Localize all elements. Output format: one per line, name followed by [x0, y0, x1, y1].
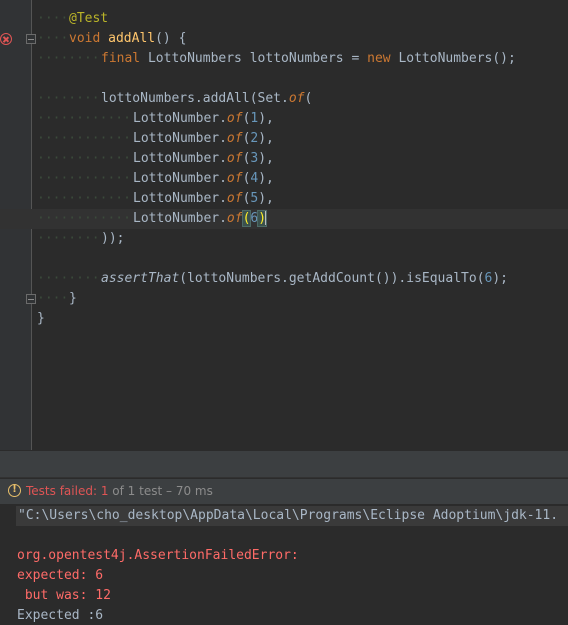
code-line: ········ lottoNumbers.addAll(Set.of( [0, 89, 568, 109]
assert-statement: assertThat(lottoNumbers.getAddCount()).i… [101, 271, 509, 286]
expected-line: expected: 6 [17, 568, 104, 583]
indent-dots: ········ [37, 51, 100, 66]
class-close-brace: } [37, 311, 45, 326]
code-line: ···· } [0, 289, 568, 309]
indent-dots: ············ [37, 211, 131, 226]
error-class-line: org.opentest4j.AssertionFailedError: [17, 548, 299, 563]
code-line: ············ LottoNumber.of(5), [0, 189, 568, 209]
indent-dots: ············ [37, 131, 131, 146]
indent-dots: ············ [37, 171, 131, 186]
lotto-number-arg: LottoNumber.of(6) [133, 210, 268, 227]
add-all-call: lottoNumbers.addAll(Set.of( [101, 91, 313, 106]
code-line: ············ LottoNumber.of(1), [0, 109, 568, 129]
console-output[interactable]: "C:\Users\cho_desktop\AppData\Local\Prog… [0, 504, 568, 625]
warning-circle-icon: ! [8, 484, 21, 497]
indent-dots: ············ [37, 151, 131, 166]
console-command-line: "C:\Users\cho_desktop\AppData\Local\Prog… [16, 506, 568, 526]
indent-dots: ···· [37, 291, 69, 306]
code-line: ········ assertThat(lottoNumbers.getAddC… [0, 269, 568, 289]
panel-splitter[interactable] [0, 450, 568, 478]
code-line: ···· @Test [0, 9, 568, 29]
test-annotation: @Test [69, 11, 109, 26]
code-line: ············ LottoNumber.of(3), [0, 149, 568, 169]
indent-dots: ···· [37, 11, 69, 26]
indent-dots: ············ [37, 191, 131, 206]
method-close-brace: } [69, 291, 77, 306]
code-line: ········ final LottoNumbers lottoNumbers… [0, 49, 568, 69]
declaration-statement: final LottoNumbers lottoNumbers = new Lo… [101, 51, 516, 66]
indent-dots: ········ [37, 271, 100, 286]
code-line: ············ LottoNumber.of(2), [0, 129, 568, 149]
indent-dots: ···· [37, 31, 69, 46]
test-status-text: Tests failed: 1 of 1 test – 70 ms [26, 484, 213, 498]
method-signature: void addAll() { [69, 31, 187, 46]
close-call: )); [101, 231, 125, 246]
but-was-line: but was: 12 [17, 588, 111, 603]
code-line: ···· void addAll() { [0, 29, 568, 49]
indent-dots: ········ [37, 231, 100, 246]
code-line: } [0, 309, 568, 329]
text-caret [265, 210, 268, 225]
code-line: ············ LottoNumber.of(4), [0, 169, 568, 189]
lotto-number-arg: LottoNumber.of(3), [133, 151, 274, 166]
code-editor[interactable]: ···· @Test ···· void addAll() { ········… [0, 0, 568, 450]
lotto-number-arg: LottoNumber.of(2), [133, 131, 274, 146]
lotto-number-arg: LottoNumber.of(4), [133, 171, 274, 186]
indent-dots: ············ [37, 111, 131, 126]
indent-dots: ········ [37, 91, 100, 106]
code-line: ········ )); [0, 229, 568, 249]
code-line-current: ············ LottoNumber.of(6) [0, 209, 568, 229]
lotto-number-arg: LottoNumber.of(1), [133, 111, 274, 126]
lotto-number-arg: LottoNumber.of(5), [133, 191, 274, 206]
test-status-bar: ! Tests failed: 1 of 1 test – 70 ms [0, 479, 568, 504]
expected-summary-line: Expected :6 [17, 608, 104, 623]
